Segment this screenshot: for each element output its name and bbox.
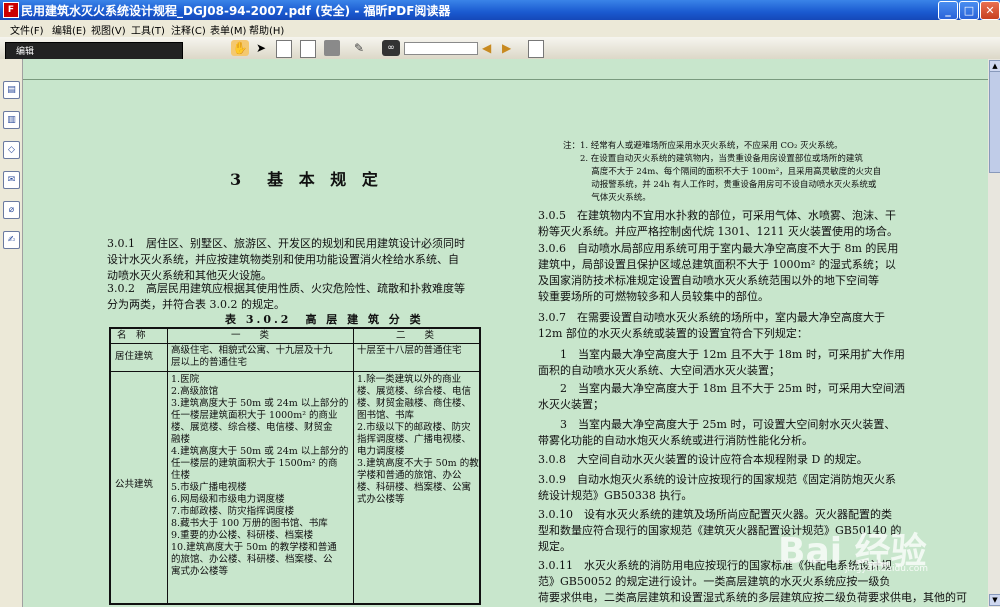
navigation-sidebar: ▤ ▥ ◇ ✉ ⌀ ✍ xyxy=(0,59,23,607)
scroll-down-icon[interactable]: ▼ xyxy=(989,594,1000,606)
search-input[interactable] xyxy=(404,42,478,55)
edit-toolbar-label: 编辑 xyxy=(16,47,35,57)
menu-edit[interactable]: 编辑(E) xyxy=(52,22,86,37)
building-classification-table: 名 称 一 类 二 类 居住建筑 高级住宅、相貌式公寓、十九层及十九 层以上的普… xyxy=(109,327,481,605)
previous-result-icon[interactable]: ◀ xyxy=(482,40,494,56)
vertical-scrollbar[interactable]: ▲ ▼ xyxy=(988,59,1000,607)
clause-3-0-7: 3.0.7 在需要设置自动喷水灭火系统的场所中，室内最大净空高度大于 12m 部… xyxy=(538,311,885,340)
export-page-icon[interactable] xyxy=(528,40,544,58)
table-row-residential-class1: 高级住宅、相貌式公寓、十九层及十九 层以上的普通住宅 xyxy=(171,345,333,368)
hand-tool-icon[interactable]: ✋ xyxy=(231,40,249,56)
title-bar: F 民用建筑水灭火系统设计规程_DGJ08-94-2007.pdf (安全) -… xyxy=(0,0,1000,20)
close-button[interactable]: ✕ xyxy=(980,1,1000,20)
watermark-url: jingyan.baidu.com xyxy=(845,564,929,574)
window-title: 民用建筑水灭火系统设计规程_DGJ08-94-2007.pdf (安全) - 福… xyxy=(21,4,451,18)
clause-3-0-7-item-3: 3 当室内最大净空高度大于 25m 时，可设置大空间射水灭火装置、 带雾化功能的… xyxy=(538,418,896,447)
next-result-icon[interactable]: ▶ xyxy=(502,40,514,56)
table-row-public-class1: 1.医院 2.高级旅馆 3.建筑高度大于 50m 或 24m 以上部分的 任一楼… xyxy=(171,374,349,577)
clause-3-0-5: 3.0.5 在建筑物内不宜用水扑救的部位，可采用气体、水喷雾、泡沫、干 粉等灭火… xyxy=(538,209,898,238)
table-caption: 表 3.0.2 高 层 建 筑 分 类 xyxy=(225,313,424,326)
menu-view[interactable]: 视图(V) xyxy=(91,22,126,37)
minimize-button[interactable]: _ xyxy=(938,1,958,20)
clause-3-0-7-item-2: 2 当室内最大净空高度大于 18m 且不大于 25m 时，可采用大空间洒 水灭火… xyxy=(538,382,905,411)
menu-help[interactable]: 帮助(H) xyxy=(249,22,284,37)
page-top-edge xyxy=(23,59,988,80)
foxit-app-icon: F xyxy=(3,2,19,18)
snapshot-icon[interactable] xyxy=(300,40,316,58)
clause-3-0-1: 3.0.1 居住区、别墅区、旅游区、开发区的规划和民用建筑设计必须同时 设计水灭… xyxy=(107,237,465,282)
signatures-panel-icon[interactable]: ✍ xyxy=(3,231,20,249)
select-arrow-icon[interactable]: ➤ xyxy=(256,40,266,56)
table-header-class1: 一 类 xyxy=(231,330,270,341)
clause-3-0-6: 3.0.6 自动喷水局部应用系统可用于室内最大净空高度不大于 8m 的民用 建筑… xyxy=(538,242,899,303)
attachments-panel-icon[interactable]: ⌀ xyxy=(3,201,20,219)
menu-bar: 文件(F) 编辑(E) 视图(V) 工具(T) 注释(C) 表单(M) 帮助(H… xyxy=(0,20,1000,37)
table-header-name: 名 称 xyxy=(117,330,146,341)
pages-panel-icon[interactable]: ▤ xyxy=(3,81,20,99)
zoom-icon[interactable] xyxy=(324,40,340,56)
table-row-public-name: 公共建筑 xyxy=(115,479,154,490)
clause-3-0-2: 3.0.2 高层民用建筑应根据其使用性质、火灾危险性、疏散和扑救难度等 分为两类… xyxy=(107,282,465,311)
table-notes: 注：1. 经常有人或避难场所应采用水灭火系统，不应采用 CO₂ 灭火系统。 2.… xyxy=(563,141,882,203)
scrollbar-thumb[interactable] xyxy=(989,71,1000,173)
menu-file[interactable]: 文件(F) xyxy=(10,22,44,37)
text-select-icon[interactable] xyxy=(276,40,292,58)
clause-3-0-8: 3.0.8 大空间自动水灭火装置的设计应符合本规程附录 D 的规定。 xyxy=(538,453,868,466)
chapter-heading: 3 基 本 规 定 xyxy=(230,170,383,189)
menu-form[interactable]: 表单(M) xyxy=(210,22,246,37)
clause-3-0-7-item-1: 1 当室内最大净空高度大于 12m 且不大于 18m 时，可采用扩大作用 面积的… xyxy=(538,348,905,377)
menu-comment[interactable]: 注释(C) xyxy=(171,22,206,37)
table-header-class2: 二 类 xyxy=(396,330,435,341)
maximize-button[interactable]: □ xyxy=(959,1,979,20)
bookmarks-panel-icon[interactable]: ▥ xyxy=(3,111,20,129)
comments-panel-icon[interactable]: ✉ xyxy=(3,171,20,189)
layers-panel-icon[interactable]: ◇ xyxy=(3,141,20,159)
pen-icon[interactable]: ✎ xyxy=(354,40,370,56)
clause-3-0-9: 3.0.9 自动水炮灭火系统的设计应按现行的国家规范《固定消防炮灭火系 统设计规… xyxy=(538,473,896,502)
table-row-residential-name: 居住建筑 xyxy=(115,351,154,362)
menu-tools[interactable]: 工具(T) xyxy=(131,22,165,37)
table-row-residential-class2: 十层至十八层的普通住宅 xyxy=(357,345,462,356)
binoculars-icon[interactable]: ∞ xyxy=(382,40,400,56)
table-row-public-class2: 1.除一类建筑以外的商业 楼、展览楼、综合楼、电信 楼、财贸金融楼、商住楼、 图… xyxy=(357,374,479,505)
